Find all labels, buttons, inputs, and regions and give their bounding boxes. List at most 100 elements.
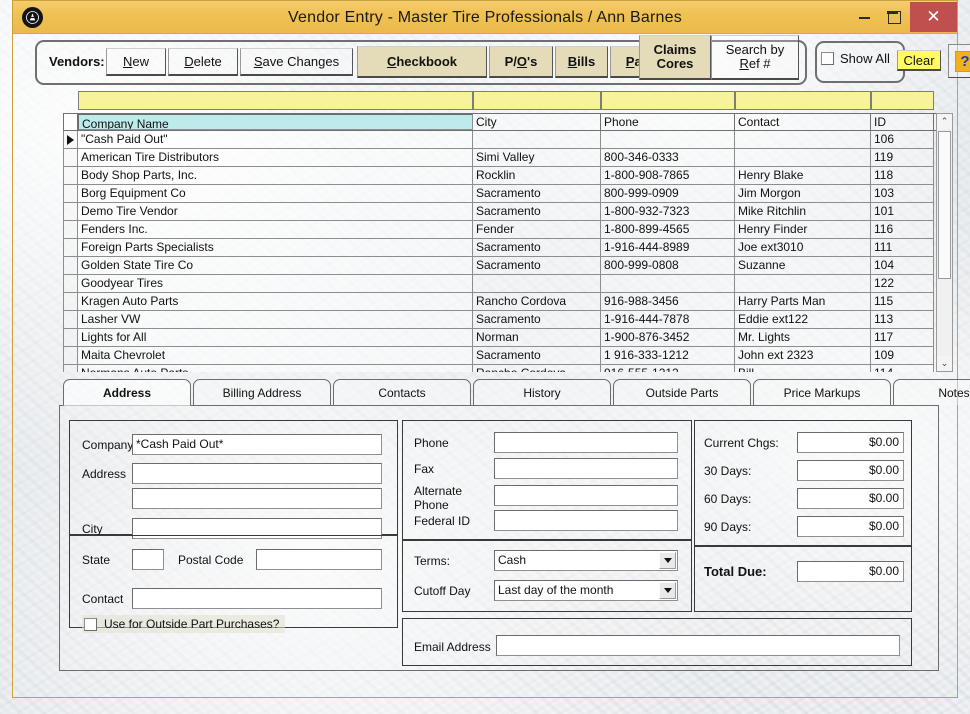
- cell-contact[interactable]: [735, 131, 871, 148]
- table-row[interactable]: Kragen Auto Parts Rancho Cordova 916-988-3…: [63, 293, 934, 311]
- grid-header-city[interactable]: City: [473, 114, 601, 130]
- cell-contact[interactable]: Henry Blake: [735, 167, 871, 184]
- bills-button[interactable]: Bills: [555, 46, 608, 78]
- grid-header-company-name[interactable]: Company Name: [78, 114, 473, 130]
- cell-id[interactable]: 115: [871, 293, 934, 310]
- row-selector[interactable]: [63, 167, 78, 184]
- cell-company[interactable]: Normans Auto Parts: [78, 365, 473, 372]
- outside-part-purchases-checkbox[interactable]: [84, 617, 97, 631]
- save-changes-button[interactable]: Save Changes: [240, 48, 353, 76]
- cell-company[interactable]: American Tire Distributors: [78, 149, 473, 166]
- close-button[interactable]: ✕: [910, 2, 957, 32]
- outside-part-purchases-checkbox-group[interactable]: Use for Outside Part Purchases?: [82, 615, 286, 633]
- table-row[interactable]: Foreign Parts Specialists Sacramento 1-916…: [63, 239, 934, 257]
- cell-phone[interactable]: 800-999-0909: [601, 185, 735, 202]
- grid-header-contact[interactable]: Contact: [735, 114, 871, 130]
- help-button[interactable]: ?: [948, 44, 970, 78]
- cell-contact[interactable]: Mr. Lights: [735, 329, 871, 346]
- table-row[interactable]: Normans Auto PartsRancho Cordova916-555-…: [63, 365, 934, 372]
- show-all-checkbox[interactable]: [821, 52, 834, 65]
- tab-contacts[interactable]: Contacts: [333, 379, 471, 405]
- grid-search-input-id[interactable]: [871, 91, 934, 110]
- phone-input[interactable]: [494, 432, 678, 453]
- purchase-orders-button[interactable]: P/O's: [489, 46, 553, 78]
- terms-select[interactable]: Cash: [494, 550, 678, 571]
- cell-city[interactable]: Sacramento: [473, 239, 601, 256]
- cell-phone[interactable]: 916-555-1212: [601, 365, 735, 372]
- grid-search-input-city[interactable]: [473, 91, 601, 110]
- cell-city[interactable]: Sacramento: [473, 203, 601, 220]
- cell-id[interactable]: 118: [871, 167, 934, 184]
- cell-city[interactable]: [473, 275, 601, 292]
- cell-phone[interactable]: 800-346-0333: [601, 149, 735, 166]
- grid-search-input-phone[interactable]: [601, 91, 735, 110]
- clear-button[interactable]: Clear: [897, 50, 941, 71]
- contact-input[interactable]: [132, 588, 382, 609]
- grid-vertical-scrollbar[interactable]: ⌃ ⌄: [936, 113, 953, 372]
- cell-contact[interactable]: Bill: [735, 365, 871, 372]
- cell-id[interactable]: 109: [871, 347, 934, 364]
- table-row[interactable]: "Cash Paid Out" 106: [63, 131, 934, 149]
- row-selector[interactable]: [63, 257, 78, 274]
- cell-city[interactable]: Rocklin: [473, 167, 601, 184]
- table-row[interactable]: Lasher VW Sacramento 1-916-444-7878 Eddie e…: [63, 311, 934, 329]
- federal-id-input[interactable]: [494, 510, 678, 531]
- cell-city[interactable]: Rancho Cordova: [473, 365, 601, 372]
- cell-id[interactable]: 114: [871, 365, 934, 372]
- cell-city[interactable]: [473, 131, 601, 148]
- grid-header-id[interactable]: ID: [871, 114, 934, 130]
- cell-city[interactable]: Simi Valley: [473, 149, 601, 166]
- cell-id[interactable]: 106: [871, 131, 934, 148]
- tab-history[interactable]: History: [473, 379, 611, 405]
- cell-company[interactable]: Foreign Parts Specialists: [78, 239, 473, 256]
- cell-company[interactable]: Body Shop Parts, Inc.: [78, 167, 473, 184]
- cell-company[interactable]: Golden State Tire Co: [78, 257, 473, 274]
- cell-phone[interactable]: 1-800-899-4565: [601, 221, 735, 238]
- cell-id[interactable]: 111: [871, 239, 934, 256]
- claims-cores-button[interactable]: Claims Cores: [639, 35, 711, 80]
- table-row[interactable]: Maita Chevrolet Sacramento 1 916-333-1212 J…: [63, 347, 934, 365]
- cell-phone[interactable]: 1-916-444-7878: [601, 311, 735, 328]
- cell-contact[interactable]: [735, 149, 871, 166]
- tab-outside-parts[interactable]: Outside Parts: [613, 379, 751, 405]
- cell-contact[interactable]: John ext 2323: [735, 347, 871, 364]
- chevron-down-icon[interactable]: [659, 552, 676, 569]
- address-line2-input[interactable]: [132, 488, 382, 509]
- cell-phone[interactable]: [601, 131, 735, 148]
- cell-contact[interactable]: [735, 275, 871, 292]
- cell-city[interactable]: Sacramento: [473, 347, 601, 364]
- row-selector[interactable]: [63, 185, 78, 202]
- cell-company[interactable]: Fenders Inc.: [78, 221, 473, 238]
- cell-contact[interactable]: Jim Morgon: [735, 185, 871, 202]
- new-button[interactable]: New: [106, 48, 166, 76]
- table-row[interactable]: Golden State Tire Co Sacramento 800-999-08…: [63, 257, 934, 275]
- show-all-checkbox-group[interactable]: Show All: [821, 51, 890, 66]
- cell-contact[interactable]: Mike Ritchlin: [735, 203, 871, 220]
- cell-phone[interactable]: 1 916-333-1212: [601, 347, 735, 364]
- table-row[interactable]: Lights for All Norman 1-900-876-3452 Mr. Li…: [63, 329, 934, 347]
- table-row[interactable]: American Tire Distributors Simi Valley 800…: [63, 149, 934, 167]
- cell-id[interactable]: 101: [871, 203, 934, 220]
- cell-city[interactable]: Sacramento: [473, 185, 601, 202]
- cell-id[interactable]: 113: [871, 311, 934, 328]
- cell-city[interactable]: Fender: [473, 221, 601, 238]
- table-row[interactable]: Goodyear Tires 122: [63, 275, 934, 293]
- row-selector[interactable]: [63, 239, 78, 256]
- cell-company[interactable]: "Cash Paid Out": [78, 131, 473, 148]
- search-by-ref-button[interactable]: Search by Ref #: [711, 35, 799, 80]
- grid-header-phone[interactable]: Phone: [601, 114, 735, 130]
- cutoff-day-select[interactable]: Last day of the month: [494, 580, 678, 601]
- chevron-down-icon[interactable]: [659, 582, 676, 599]
- scrollbar-thumb[interactable]: [938, 131, 951, 279]
- tab-address[interactable]: Address: [63, 379, 191, 406]
- table-row[interactable]: Body Shop Parts, Inc. Rocklin 1-800-908-78…: [63, 167, 934, 185]
- cell-company[interactable]: Goodyear Tires: [78, 275, 473, 292]
- cell-id[interactable]: 119: [871, 149, 934, 166]
- checkbook-button[interactable]: Checkbook: [357, 46, 487, 78]
- cell-phone[interactable]: 916-988-3456: [601, 293, 735, 310]
- cell-phone[interactable]: 1-916-444-8989: [601, 239, 735, 256]
- cell-phone[interactable]: [601, 275, 735, 292]
- tab-price-markups[interactable]: Price Markups: [753, 379, 891, 405]
- row-selector-current[interactable]: [63, 131, 78, 148]
- cell-id[interactable]: 117: [871, 329, 934, 346]
